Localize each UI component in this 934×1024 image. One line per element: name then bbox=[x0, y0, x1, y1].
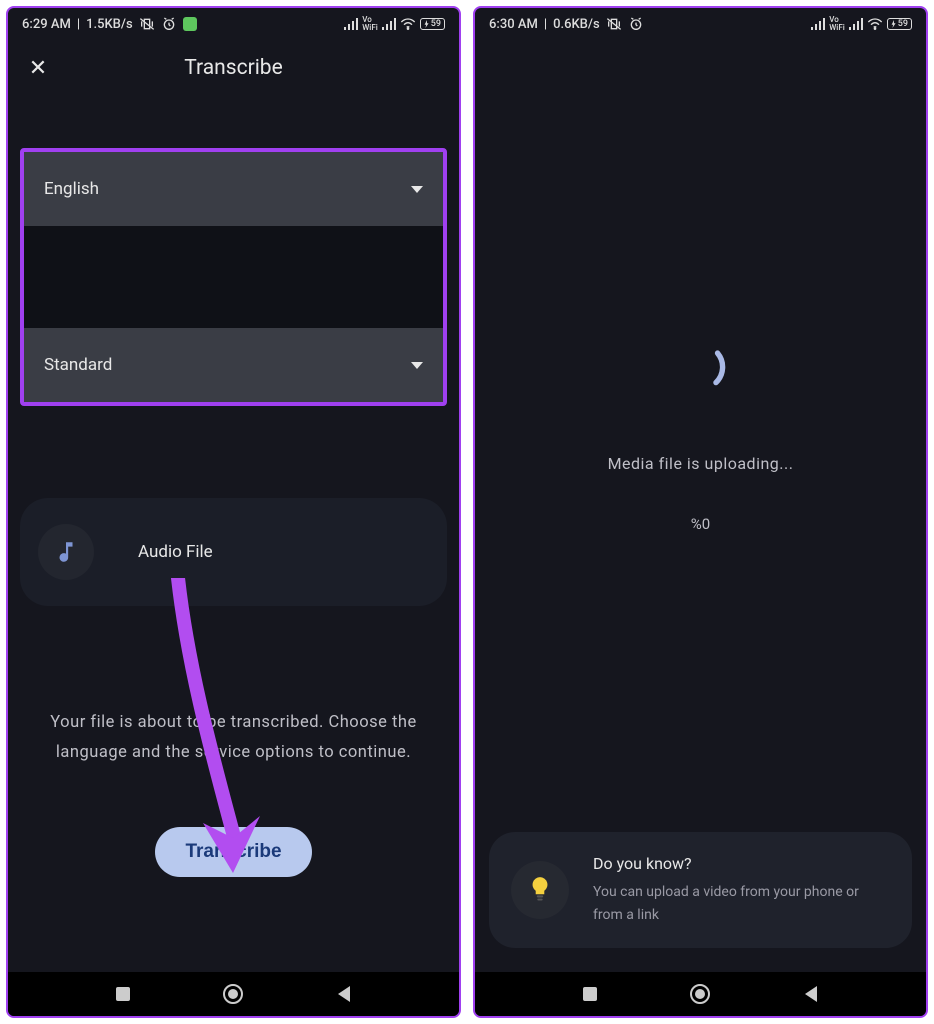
nav-home-icon[interactable] bbox=[687, 981, 713, 1007]
file-card[interactable]: Audio File bbox=[20, 498, 447, 606]
signal-icon bbox=[811, 18, 825, 30]
signal-icon bbox=[344, 18, 358, 30]
wifi-icon bbox=[867, 18, 883, 30]
mode-value: Standard bbox=[44, 355, 112, 375]
transcribe-button[interactable]: Transcribe bbox=[155, 827, 311, 877]
language-select[interactable]: English bbox=[24, 152, 443, 226]
nav-bar bbox=[475, 972, 926, 1016]
upload-area: Media file is uploading... %0 bbox=[475, 40, 926, 832]
nav-back-icon[interactable] bbox=[331, 981, 357, 1007]
upload-percent: %0 bbox=[691, 515, 710, 533]
status-net: 1.5KB/s bbox=[86, 17, 133, 32]
mode-select[interactable]: Standard bbox=[24, 328, 443, 402]
tip-card: Do you know? You can upload a video from… bbox=[489, 832, 912, 948]
alarm-icon bbox=[161, 16, 177, 32]
vibrate-icon bbox=[606, 16, 622, 32]
vowifi-icon: VoWiFi bbox=[829, 16, 845, 32]
language-value: English bbox=[44, 179, 99, 199]
statusbar: 6:29 AM | 1.5KB/s VoWiFi bbox=[8, 8, 459, 40]
appbar: ✕ Transcribe bbox=[8, 40, 459, 96]
lightbulb-icon bbox=[511, 861, 569, 919]
page-title: Transcribe bbox=[8, 56, 459, 80]
vowifi-icon: VoWiFi bbox=[362, 16, 378, 32]
phone-left: 6:29 AM | 1.5KB/s VoWiFi bbox=[6, 6, 461, 1018]
wifi-icon bbox=[400, 18, 416, 30]
tip-title: Do you know? bbox=[593, 854, 890, 873]
app-indicator-icon bbox=[183, 17, 197, 31]
helper-text: Your file is about to be transcribed. Ch… bbox=[20, 708, 447, 767]
nav-home-icon[interactable] bbox=[220, 981, 246, 1007]
status-time: 6:29 AM bbox=[22, 17, 71, 32]
upload-status-text: Media file is uploading... bbox=[608, 454, 794, 473]
nav-bar bbox=[8, 972, 459, 1016]
music-note-icon bbox=[38, 524, 94, 580]
vibrate-icon bbox=[139, 16, 155, 32]
tip-body: You can upload a video from your phone o… bbox=[593, 881, 890, 926]
phone-right: 6:30 AM | 0.6KB/s VoWiFi bbox=[473, 6, 928, 1018]
options-highlight: English Standard bbox=[20, 148, 447, 406]
battery-icon: 59 bbox=[420, 18, 445, 30]
statusbar: 6:30 AM | 0.6KB/s VoWiFi bbox=[475, 8, 926, 40]
nav-back-icon[interactable] bbox=[798, 981, 824, 1007]
file-label: Audio File bbox=[138, 542, 213, 562]
signal-icon-2 bbox=[382, 18, 396, 30]
nav-recent-icon[interactable] bbox=[110, 981, 136, 1007]
chevron-down-icon bbox=[411, 362, 423, 369]
nav-recent-icon[interactable] bbox=[577, 981, 603, 1007]
battery-icon: 59 bbox=[887, 18, 912, 30]
close-icon[interactable]: ✕ bbox=[26, 56, 50, 81]
chevron-down-icon bbox=[411, 186, 423, 193]
status-time: 6:30 AM bbox=[489, 17, 538, 32]
alarm-icon bbox=[628, 16, 644, 32]
signal-icon-2 bbox=[849, 18, 863, 30]
status-net: 0.6KB/s bbox=[553, 17, 600, 32]
spinner-icon bbox=[674, 340, 728, 394]
